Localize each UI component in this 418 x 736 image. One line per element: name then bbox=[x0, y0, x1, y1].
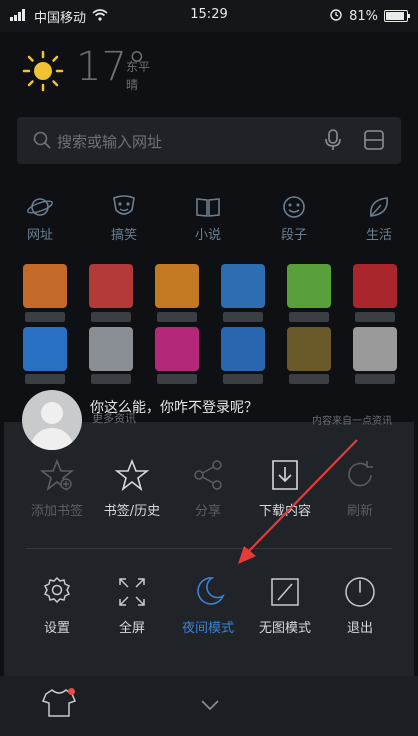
moon-icon bbox=[168, 575, 248, 609]
category-novel[interactable]: 小说 bbox=[178, 194, 238, 243]
more-news-label: 更多资讯 bbox=[92, 412, 136, 425]
menu-label: 书签/历史 bbox=[103, 504, 161, 519]
quicklink-label-blurred bbox=[25, 374, 65, 384]
search-placeholder[interactable]: 搜索或输入网址 bbox=[57, 131, 162, 152]
search-icon bbox=[33, 131, 51, 153]
category-row: 网址 搞笑 小说 段子 生活 bbox=[0, 194, 418, 250]
share-button[interactable]: 分享 bbox=[168, 458, 248, 519]
quicklink-label-blurred bbox=[289, 312, 329, 322]
scan-icon[interactable] bbox=[363, 129, 385, 155]
status-bar: 中国移动 15:29 81% bbox=[0, 0, 418, 32]
book-icon bbox=[178, 194, 238, 220]
menu-label: 夜间模式 bbox=[181, 621, 234, 636]
quicklink-label-blurred bbox=[25, 312, 65, 322]
exit-button[interactable]: 退出 bbox=[320, 575, 400, 636]
fullscreen-icon bbox=[92, 575, 172, 609]
menu-label: 设置 bbox=[43, 621, 70, 636]
quicklink-tile[interactable] bbox=[221, 264, 265, 308]
sun-icon bbox=[20, 48, 66, 94]
quicklink-label-blurred bbox=[355, 312, 395, 322]
battery-icon bbox=[384, 10, 410, 22]
content-source-label: 内容来自一点资讯 bbox=[312, 416, 392, 427]
category-label: 小说 bbox=[194, 228, 221, 243]
menu-label: 刷新 bbox=[346, 504, 373, 519]
quicklink-tile[interactable] bbox=[89, 327, 133, 371]
share-icon bbox=[168, 458, 248, 492]
smile-icon bbox=[264, 194, 324, 220]
leaf-icon bbox=[349, 194, 409, 220]
quicklink-label-blurred bbox=[157, 374, 197, 384]
quicklink-tile[interactable] bbox=[155, 327, 199, 371]
planet-icon bbox=[10, 194, 70, 220]
alarm-icon bbox=[329, 7, 343, 25]
notification-dot bbox=[68, 688, 75, 695]
quicklink-label-blurred bbox=[223, 374, 263, 384]
quicklink-tile[interactable] bbox=[353, 264, 397, 308]
quicklink-label-blurred bbox=[91, 374, 131, 384]
star-plus-icon bbox=[17, 458, 97, 492]
quicklink-tile[interactable] bbox=[89, 264, 133, 308]
menu-label: 分享 bbox=[194, 504, 221, 519]
bookmarks-history-button[interactable]: 书签/历史 bbox=[92, 458, 172, 519]
fullscreen-button[interactable]: 全屏 bbox=[92, 575, 172, 636]
settings-button[interactable]: 设置 bbox=[17, 575, 97, 636]
menu-label: 下载内容 bbox=[258, 504, 311, 519]
quicklink-tile[interactable] bbox=[155, 264, 199, 308]
downloads-button[interactable]: 下载内容 bbox=[245, 458, 325, 519]
quicklink-label-blurred bbox=[91, 312, 131, 322]
category-life[interactable]: 生活 bbox=[349, 194, 409, 243]
menu-label: 退出 bbox=[346, 621, 373, 636]
gear-icon bbox=[17, 575, 97, 609]
star-icon bbox=[92, 458, 172, 492]
quicklink-tile[interactable] bbox=[287, 327, 331, 371]
menu-label: 无图模式 bbox=[258, 621, 311, 636]
download-icon bbox=[245, 458, 325, 492]
no-image-mode-button[interactable]: 无图模式 bbox=[245, 575, 325, 636]
add-bookmark-button[interactable]: 添加书签 bbox=[17, 458, 97, 519]
category-web[interactable]: 网址 bbox=[10, 194, 70, 243]
quicklink-tile[interactable] bbox=[23, 264, 67, 308]
search-bar[interactable]: 搜索或输入网址 bbox=[17, 117, 401, 164]
refresh-icon bbox=[320, 458, 400, 492]
no-image-icon bbox=[245, 575, 325, 609]
battery-percent: 81% bbox=[349, 8, 378, 24]
night-mode-button[interactable]: 夜间模式 bbox=[168, 575, 248, 636]
avatar[interactable] bbox=[22, 390, 82, 450]
quicklink-label-blurred bbox=[223, 312, 263, 322]
mask-icon bbox=[94, 194, 154, 220]
category-label: 生活 bbox=[365, 228, 392, 243]
menu-divider bbox=[26, 548, 392, 549]
app-screen: 中国移动 15:29 81% 17° 东平 晴 搜索或输入网址 网址 搞笑 小说… bbox=[0, 0, 418, 736]
category-label: 搞笑 bbox=[110, 228, 137, 243]
quicklink-label-blurred bbox=[157, 312, 197, 322]
category-label: 网址 bbox=[26, 228, 53, 243]
category-label: 段子 bbox=[280, 228, 307, 243]
microphone-icon[interactable] bbox=[325, 129, 341, 155]
menu-label: 添加书签 bbox=[30, 504, 83, 519]
chevron-down-icon[interactable] bbox=[200, 696, 220, 715]
category-funny[interactable]: 搞笑 bbox=[94, 194, 154, 243]
power-icon bbox=[320, 575, 400, 609]
weather-condition: 晴 bbox=[126, 78, 139, 92]
quicklink-tile[interactable] bbox=[221, 327, 265, 371]
category-jokes[interactable]: 段子 bbox=[264, 194, 324, 243]
quicklink-tile[interactable] bbox=[353, 327, 397, 371]
refresh-button[interactable]: 刷新 bbox=[320, 458, 400, 519]
weather-city: 东平 bbox=[126, 60, 151, 74]
quicklink-label-blurred bbox=[289, 374, 329, 384]
menu-label: 全屏 bbox=[118, 621, 145, 636]
quicklink-tile[interactable] bbox=[23, 327, 67, 371]
quicklink-tile[interactable] bbox=[287, 264, 331, 308]
quicklink-label-blurred bbox=[355, 374, 395, 384]
